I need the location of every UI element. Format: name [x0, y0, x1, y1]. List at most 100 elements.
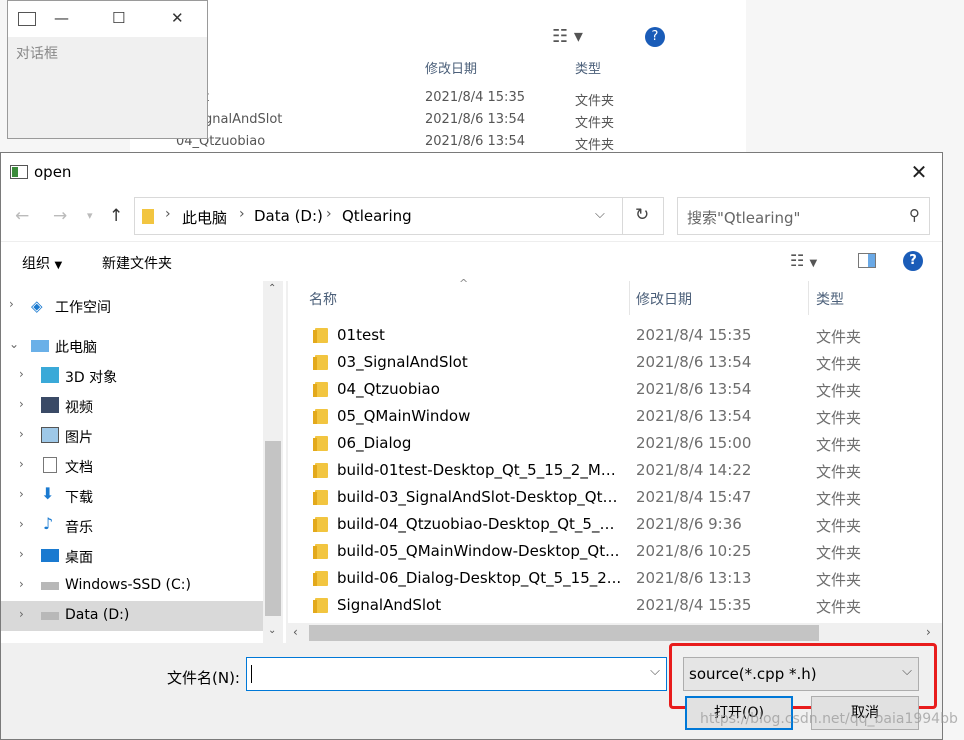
nav-item-drive-c[interactable]: › Windows-SSD (C:) — [1, 571, 263, 601]
new-folder-button[interactable]: 新建文件夹 — [102, 253, 172, 273]
file-date: 2021/8/6 9:36 — [636, 515, 742, 533]
file-date: 2021/8/6 13:54 — [636, 407, 752, 425]
file-row[interactable]: build-06_Dialog-Desktop_Qt_5_15_2... 2021… — [288, 565, 942, 592]
text-caret — [251, 665, 252, 683]
file-date: 2021/8/6 13:54 — [636, 380, 752, 398]
breadcrumb-drive-d[interactable]: Data (D:) — [254, 207, 323, 225]
file-row[interactable]: 05_QMainWindow 2021/8/6 13:54 文件夹 — [288, 403, 942, 430]
scroll-up-icon[interactable]: ⌃ — [268, 283, 276, 294]
nav-item-label: 视频 — [65, 400, 93, 416]
forward-arrow-icon[interactable]: → — [53, 206, 67, 226]
file-name: 04_Qtzuobiao — [337, 380, 440, 398]
folder-icon — [313, 571, 328, 586]
dialog-title: open — [34, 163, 72, 181]
folder-icon — [313, 598, 328, 613]
file-name: 05_QMainWindow — [337, 407, 471, 425]
chevron-right-icon[interactable]: › — [19, 577, 24, 591]
file-row[interactable]: 01test 2021/8/4 15:35 文件夹 — [288, 322, 942, 349]
folder-icon — [313, 544, 328, 559]
file-name: build-06_Dialog-Desktop_Qt_5_15_2... — [337, 569, 622, 587]
chevron-right-icon[interactable]: › — [19, 547, 24, 561]
picture-icon — [41, 427, 59, 443]
column-header-date[interactable]: 修改日期 — [636, 289, 692, 309]
chevron-down-icon[interactable]: ⌄ — [9, 337, 19, 351]
dialog-titlebar[interactable]: open ✕ — [1, 153, 942, 191]
column-header-type[interactable]: 类型 — [816, 289, 844, 309]
chevron-right-icon[interactable]: › — [19, 397, 24, 411]
nav-item-label: 桌面 — [65, 550, 93, 566]
breadcrumb-separator[interactable]: › — [326, 206, 332, 222]
maximize-icon[interactable]: ☐ — [112, 9, 125, 27]
sort-up-icon: ^ — [459, 277, 469, 290]
chevron-right-icon[interactable]: › — [9, 297, 14, 311]
nav-scrollbar-thumb[interactable] — [265, 441, 281, 616]
bg-col-type: 类型 — [575, 62, 602, 77]
chevron-right-icon[interactable]: › — [19, 607, 24, 621]
chevron-down-icon[interactable]: ⌵ — [595, 207, 605, 222]
search-placeholder[interactable]: 搜索"Qtlearing" — [687, 207, 800, 228]
close-button[interactable]: ✕ — [896, 153, 942, 191]
command-toolbar: 组织 ▼ 新建文件夹 ☷ ▼ ? — [1, 241, 942, 281]
workspace-icon: ◈ — [31, 297, 43, 315]
up-arrow-icon[interactable]: ↑ — [109, 206, 123, 226]
horizontal-scrollbar[interactable]: ‹ › — [288, 623, 942, 643]
breadcrumb-separator[interactable]: › — [239, 206, 245, 222]
preview-pane-icon[interactable] — [858, 253, 876, 268]
download-icon: ⬇ — [41, 484, 55, 503]
chevron-right-icon[interactable]: › — [19, 427, 24, 441]
search-icon[interactable]: ⚲ — [909, 206, 920, 224]
column-divider[interactable] — [629, 281, 630, 315]
small-dialog-titlebar[interactable]: — ☐ ✕ — [8, 1, 207, 37]
nav-item-pictures[interactable]: › 图片 — [1, 421, 263, 451]
file-row[interactable]: 06_Dialog 2021/8/6 15:00 文件夹 — [288, 430, 942, 457]
help-icon[interactable]: ? — [903, 251, 923, 271]
file-row[interactable]: build-04_Qtzuobiao-Desktop_Qt_5_1... 2021… — [288, 511, 942, 538]
nav-item-workspace[interactable]: › ◈ 工作空间 — [1, 291, 263, 321]
horizontal-scrollbar-thumb[interactable] — [309, 625, 819, 641]
file-row[interactable]: build-01test-Desktop_Qt_5_15_2_MS... 2021… — [288, 457, 942, 484]
minimize-icon[interactable]: — — [54, 9, 69, 27]
nav-scrollbar[interactable]: ⌃ ⌄ — [263, 281, 283, 643]
nav-item-drive-d[interactable]: › Data (D:) — [1, 601, 263, 631]
breadcrumb-this-pc[interactable]: 此电脑 — [182, 207, 227, 228]
recent-chevron-icon[interactable]: ▾ — [87, 209, 93, 222]
chevron-right-icon[interactable]: › — [19, 367, 24, 381]
filename-input[interactable]: ⌵ — [246, 657, 667, 691]
column-header-name[interactable]: 名称 — [309, 289, 337, 309]
scroll-left-icon[interactable]: ‹ — [293, 625, 298, 639]
scroll-right-icon[interactable]: › — [926, 625, 931, 639]
file-row[interactable]: 03_SignalAndSlot 2021/8/6 13:54 文件夹 — [288, 349, 942, 376]
nav-item-this-pc[interactable]: ⌄ 此电脑 — [1, 331, 263, 361]
nav-item-label: Windows-SSD (C:) — [65, 577, 191, 593]
file-row[interactable]: SignalAndSlot 2021/8/4 15:35 文件夹 — [288, 592, 942, 619]
bg-row-date: 2021/8/6 13:54 — [425, 134, 525, 149]
nav-item-downloads[interactable]: › ⬇ 下载 — [1, 481, 263, 511]
background-explorer: 修改日期 类型 t 2021/8/4 15:35 文件夹 gnalAndSlot… — [130, 0, 746, 160]
file-row[interactable]: build-03_SignalAndSlot-Desktop_Qt_... 202… — [288, 484, 942, 511]
breadcrumb-qtlearing[interactable]: Qtlearing — [342, 207, 412, 225]
chevron-right-icon[interactable]: › — [19, 487, 24, 501]
address-bar[interactable]: › 此电脑 › Data (D:) › Qtlearing ⌵ ↻ — [134, 197, 664, 235]
view-options-icon[interactable]: ☷ ▼ — [790, 251, 817, 270]
chevron-down-icon[interactable]: ⌵ — [650, 664, 660, 679]
file-type: 文件夹 — [816, 463, 862, 481]
bg-row-type: 文件夹 — [575, 138, 615, 153]
chevron-right-icon[interactable]: › — [19, 457, 24, 471]
nav-item-videos[interactable]: › 视频 — [1, 391, 263, 421]
scroll-down-icon[interactable]: ⌄ — [268, 625, 276, 636]
search-box[interactable]: 搜索"Qtlearing" ⚲ — [677, 197, 930, 235]
back-arrow-icon[interactable]: ← — [15, 206, 29, 226]
close-icon[interactable]: ✕ — [171, 9, 184, 27]
file-row[interactable]: build-05_QMainWindow-Desktop_Qt... 2021/8… — [288, 538, 942, 565]
nav-item-music[interactable]: › ♪ 音乐 — [1, 511, 263, 541]
column-divider[interactable] — [808, 281, 809, 315]
chevron-right-icon[interactable]: › — [19, 517, 24, 531]
file-row[interactable]: 04_Qtzuobiao 2021/8/6 13:54 文件夹 — [288, 376, 942, 403]
nav-item-3d-objects[interactable]: › 3D 对象 — [1, 361, 263, 391]
organize-button[interactable]: 组织 ▼ — [22, 253, 62, 273]
refresh-icon[interactable]: ↻ — [635, 205, 649, 225]
nav-item-documents[interactable]: › 文档 — [1, 451, 263, 481]
nav-item-desktop[interactable]: › 桌面 — [1, 541, 263, 571]
small-dialog-window[interactable]: — ☐ ✕ 对话框 — [7, 0, 208, 139]
nav-item-label: 音乐 — [65, 520, 93, 536]
